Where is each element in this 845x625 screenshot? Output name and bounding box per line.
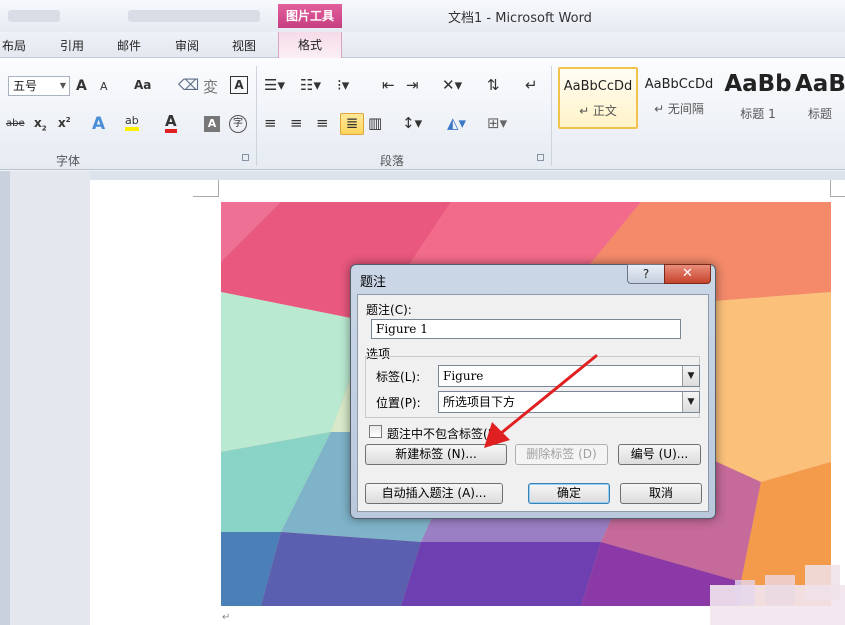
clear-format-icon[interactable]: ⌫ xyxy=(178,76,199,94)
position-label-key: (P) xyxy=(400,396,417,410)
style-sample: AaBbCcDd xyxy=(644,77,714,92)
style-normal[interactable]: AaBbCcDd ↵ 正文 xyxy=(558,67,638,129)
tab-mailings[interactable]: 邮件 xyxy=(117,37,141,54)
ok-button[interactable]: 确定 xyxy=(528,483,610,504)
ribbon: 五号 ▼ A A Aa ⌫ 変 A abe x2 x2 A ab A A 字 字… xyxy=(0,58,845,170)
style-title[interactable]: AaB 标题 xyxy=(795,67,845,129)
grow-font-button[interactable]: A xyxy=(76,78,87,94)
subscript-label: x xyxy=(34,116,42,130)
font-color-button[interactable]: A xyxy=(165,114,177,133)
tab-view[interactable]: 视图 xyxy=(232,37,256,54)
paragraph-mark-icon: ↵ xyxy=(222,612,231,623)
font-group-label: 字体 xyxy=(56,154,81,168)
increase-indent-icon[interactable]: ⇥ xyxy=(406,76,419,94)
help-button[interactable]: ? xyxy=(627,264,665,284)
font-size-dropdown[interactable]: 五号 ▼ xyxy=(8,76,70,96)
subscript-button[interactable]: x2 xyxy=(34,116,47,132)
style-sample: AaBb xyxy=(724,71,792,97)
shrink-font-button[interactable]: A xyxy=(100,80,108,93)
justify-icon[interactable]: ≣ xyxy=(340,113,364,135)
chevron-down-icon[interactable]: ▼ xyxy=(682,366,699,386)
align-right-icon[interactable]: ≡ xyxy=(316,114,329,132)
borders-icon[interactable]: ⊞▾ xyxy=(487,114,507,132)
align-left-icon[interactable]: ≡ xyxy=(264,114,277,132)
exclude-label-main: 题注中不包含标签 xyxy=(387,427,484,441)
font-size-value: 五号 xyxy=(13,79,38,93)
position-field-label: 位置(P): xyxy=(376,396,421,410)
annotation-arrow-icon xyxy=(484,354,598,448)
exclude-label-checkbox[interactable] xyxy=(369,425,382,438)
strikethrough-button[interactable]: abe xyxy=(6,118,25,129)
blurred-tab xyxy=(8,10,60,22)
label-label-text: 标签 xyxy=(376,370,401,384)
label-label-key: (L) xyxy=(400,370,417,384)
picture-tools-context-tab: 图片工具 xyxy=(278,4,342,28)
char-shading-button[interactable]: A xyxy=(204,116,220,132)
style-name: ↵ 正文 xyxy=(579,104,617,118)
caption-field-label: 题注(C): xyxy=(366,303,412,317)
dialog-launcher-icon[interactable] xyxy=(537,154,544,161)
sort-icon[interactable]: ⇅ xyxy=(487,76,500,94)
change-case-button[interactable]: Aa xyxy=(134,78,151,92)
show-marks-icon[interactable]: ↵ xyxy=(525,76,538,94)
dialog-launcher-icon[interactable] xyxy=(242,154,249,161)
tab-review[interactable]: 审阅 xyxy=(175,37,199,54)
blurred-tab xyxy=(128,10,260,22)
decrease-indent-icon[interactable]: ⇤ xyxy=(382,76,395,94)
style-no-spacing[interactable]: AaBbCcDd ↵ 无间隔 xyxy=(639,67,719,129)
align-center-icon[interactable]: ≡ xyxy=(290,114,303,132)
enclose-char-button[interactable]: 字 xyxy=(229,115,247,133)
style-sample: AaB xyxy=(795,71,845,97)
cancel-button[interactable]: 取消 xyxy=(620,483,702,504)
distributed-icon[interactable]: ▥ xyxy=(368,114,382,132)
bullets-icon[interactable]: ☰▾ xyxy=(264,76,285,94)
margin-corner-mark xyxy=(193,180,219,197)
chevron-down-icon: ▼ xyxy=(59,81,66,90)
caption-input[interactable]: Figure 1 xyxy=(371,319,681,339)
title-bar: 图片工具 文档1 - Microsoft Word xyxy=(0,0,845,32)
superscript-button[interactable]: x2 xyxy=(58,116,71,130)
chinese-layout-icon[interactable]: ✕▾ xyxy=(442,76,462,94)
chevron-down-icon[interactable]: ▼ xyxy=(682,392,699,412)
tab-layout[interactable]: 布局 xyxy=(2,37,26,54)
superscript-label: x xyxy=(58,116,66,130)
tab-references[interactable]: 引用 xyxy=(60,37,84,54)
char-border-button[interactable]: A xyxy=(230,76,248,94)
left-margin xyxy=(10,171,90,625)
text-effects-icon[interactable]: A xyxy=(92,114,105,134)
shading-icon[interactable]: ◭▾ xyxy=(447,114,466,132)
ribbon-tabs: 布局 引用 邮件 审阅 视图 格式 xyxy=(0,32,845,58)
style-sample: AaBbCcDd xyxy=(563,79,633,94)
phonetic-guide-button[interactable]: 変 xyxy=(203,76,218,97)
document-title: 文档1 - Microsoft Word xyxy=(448,11,592,26)
highlight-button[interactable]: ab xyxy=(125,114,139,131)
position-label-text: 位置 xyxy=(376,396,401,410)
tab-format[interactable]: 格式 xyxy=(278,32,342,58)
group-separator xyxy=(256,66,257,166)
paragraph-group-label: 段落 xyxy=(380,154,405,168)
numbering-button[interactable]: 编号 (U)... xyxy=(618,444,701,465)
caption-label-text: 题注 xyxy=(366,303,391,317)
style-name: ↵ 无间隔 xyxy=(654,102,704,116)
watermark-blur xyxy=(710,565,845,625)
multilevel-list-icon[interactable]: ⁝▾ xyxy=(337,76,349,94)
style-name: 标题 xyxy=(807,107,832,121)
dialog-title: 题注 xyxy=(360,275,387,290)
line-spacing-icon[interactable]: ↕▾ xyxy=(402,114,422,132)
style-name: 标题 1 xyxy=(740,107,776,121)
numbering-icon[interactable]: ☷▾ xyxy=(300,76,321,94)
close-button[interactable]: ✕ xyxy=(664,264,711,284)
group-separator xyxy=(551,66,552,166)
margin-corner-mark xyxy=(830,180,845,197)
caption-label-key: (C) xyxy=(390,303,408,317)
auto-caption-button[interactable]: 自动插入题注 (A)... xyxy=(365,483,503,504)
style-heading-1[interactable]: AaBb 标题 1 xyxy=(718,67,798,129)
label-field-label: 标签(L): xyxy=(376,370,421,384)
